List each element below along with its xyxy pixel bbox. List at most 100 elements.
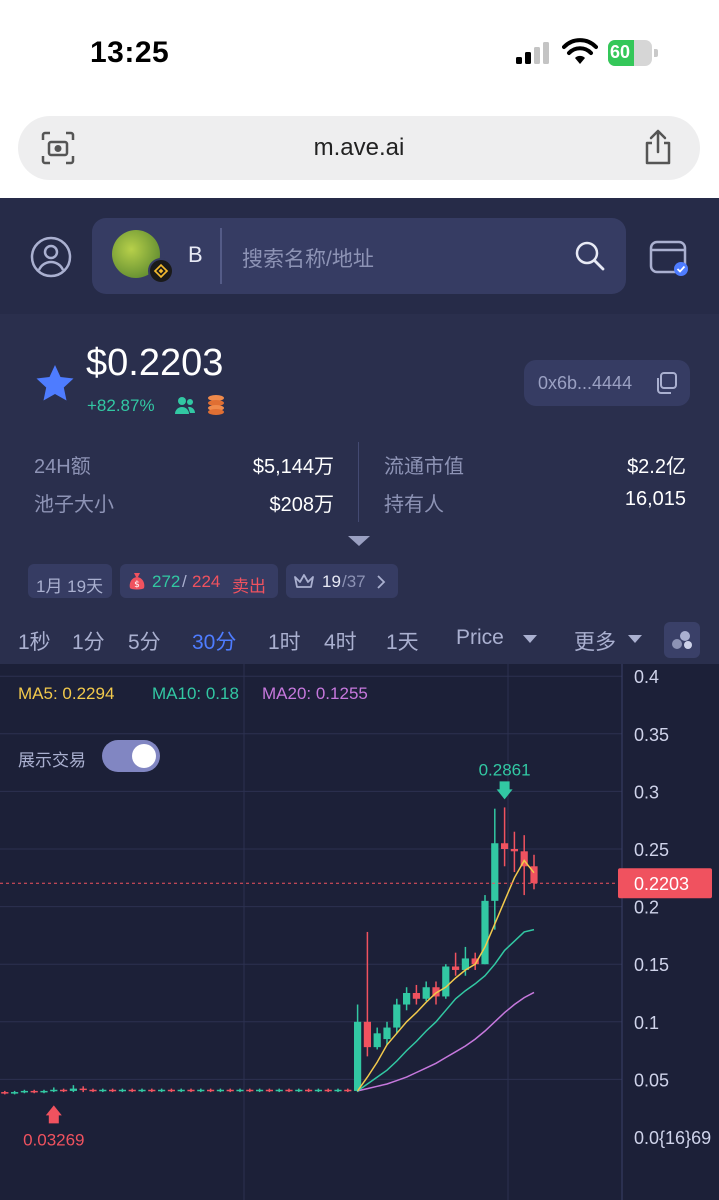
chevron-right-icon [377,575,386,589]
buy-count: 272 [152,572,181,591]
clock: 13:25 [90,36,170,69]
expand-chevron-icon[interactable] [348,536,370,546]
candle-body [177,1089,185,1092]
price-dropdown[interactable]: Price [456,626,504,650]
candle-body [510,849,518,852]
y-tick-label: 0.4 [634,667,659,687]
candle-body [99,1089,107,1092]
y-tick-label: 0.05 [634,1070,669,1090]
rank-value: 19 [322,572,341,591]
price-chart[interactable]: 0.4 0.35 0.3 0.25 0.2 0.15 0.1 0.05 0.0{16}69 0.2… [0,664,719,1200]
candle-body [50,1089,58,1092]
toggle-knob [132,744,156,768]
show-trades-label: 展示交易 [18,751,86,770]
candle-body [256,1089,264,1092]
market-cap-label: 流通市值 [384,456,464,478]
candle-body [442,966,450,997]
candle-body [246,1089,254,1092]
search-bar[interactable]: B 搜索名称/地址 [92,218,626,294]
pool-size-label: 池子大小 [34,494,114,516]
cellular-signal-icon [516,42,549,64]
candle-body [501,843,509,849]
tab-1m[interactable]: 1分 [72,626,105,656]
candle-body [138,1089,146,1092]
candle-body [403,993,411,1005]
holders-value: 16,015 [624,488,686,510]
user-profile-icon[interactable] [30,236,72,278]
candle-body [40,1090,48,1093]
price-dropdown-caret-icon[interactable] [523,635,537,643]
favorite-star-icon[interactable] [34,362,76,404]
candle-body [324,1089,332,1092]
candle-body [314,1089,322,1092]
candle-body [363,1021,371,1048]
volume-label: 24H额 [34,456,91,478]
candle-body [334,1089,342,1092]
holders-people-icon[interactable] [174,394,196,416]
battery-indicator: 60 [608,40,658,66]
ma5-label: MA5: 0.2294 [18,684,115,703]
share-icon[interactable] [640,128,676,166]
svg-text:$: $ [134,580,140,590]
browser-address-bar[interactable]: m.ave.ai [18,116,700,180]
buy-sell-separator: / [182,572,187,591]
token-price: $0.2203 [86,342,224,384]
wallet-icon[interactable] [648,236,690,278]
sell-count: 224 [192,572,221,591]
candle-body [1,1092,9,1094]
tab-30m[interactable]: 30分 [192,626,236,656]
tab-1h[interactable]: 1时 [268,626,301,656]
candle-body [265,1089,273,1092]
search-icon[interactable] [574,240,606,272]
holders-label: 持有人 [384,494,444,516]
candle-body [226,1089,234,1092]
candle-body [373,1033,381,1048]
show-trades-toggle[interactable] [102,740,160,772]
y-tick-label: 0.2 [634,898,659,918]
search-input[interactable]: 搜索名称/地址 [242,243,374,273]
candle-body [60,1089,68,1092]
coins-icon[interactable] [204,392,228,416]
low-marker-arrow [45,1105,62,1124]
market-cap-value: $2.2亿 [627,456,686,478]
high-marker-label: 0.2861 [479,760,531,779]
more-dropdown-caret-icon[interactable] [628,635,642,643]
candle-body [236,1089,244,1092]
tab-5m[interactable]: 5分 [128,626,161,656]
app-header: B 搜索名称/地址 [0,198,719,314]
search-divider [220,228,222,284]
indicator-settings-icon[interactable] [664,622,700,658]
candle-body [207,1089,215,1092]
current-price-label: 0.2203 [634,874,689,894]
rank-total: /37 [342,572,366,591]
more-dropdown[interactable]: 更多 [574,626,616,656]
candle-body [69,1088,77,1091]
tab-4h[interactable]: 4时 [324,626,357,656]
sell-label: 卖出 [232,577,266,596]
high-marker-arrow [496,781,513,800]
ma20-label: MA20: 0.1255 [262,684,368,703]
candle-body [285,1089,293,1092]
interval-tabs: 1秒 1分 5分 30分 1时 4时 1天 Price 更多 [0,616,719,666]
candle-body [128,1089,136,1092]
candle-body [216,1089,224,1092]
buy-sell-chip[interactable]: $ 272 / 224 卖出 [120,564,278,598]
candle-body [275,1089,283,1092]
rank-chip[interactable]: 19 /37 [286,564,398,598]
token-age-chip[interactable]: 1月 19天 [28,564,112,598]
candle-body [481,900,489,965]
y-tick-label: 0.25 [634,840,669,860]
tab-1d[interactable]: 1天 [386,626,419,656]
tab-1s[interactable]: 1秒 [18,626,51,656]
candle-body [30,1090,38,1093]
app-view: B 搜索名称/地址 $0.2203 +82.87% 0x6b...4444 24… [0,198,719,1200]
y-tick-label: 0.15 [634,955,669,975]
contract-address-pill[interactable]: 0x6b...4444 [524,360,690,406]
candle-body [305,1089,313,1092]
candle-body [393,1004,401,1028]
candle-body [383,1027,391,1040]
candle-body [197,1089,205,1092]
chain-selector-label[interactable]: B [188,242,203,268]
wifi-icon [562,38,598,64]
copy-icon[interactable] [654,371,678,395]
